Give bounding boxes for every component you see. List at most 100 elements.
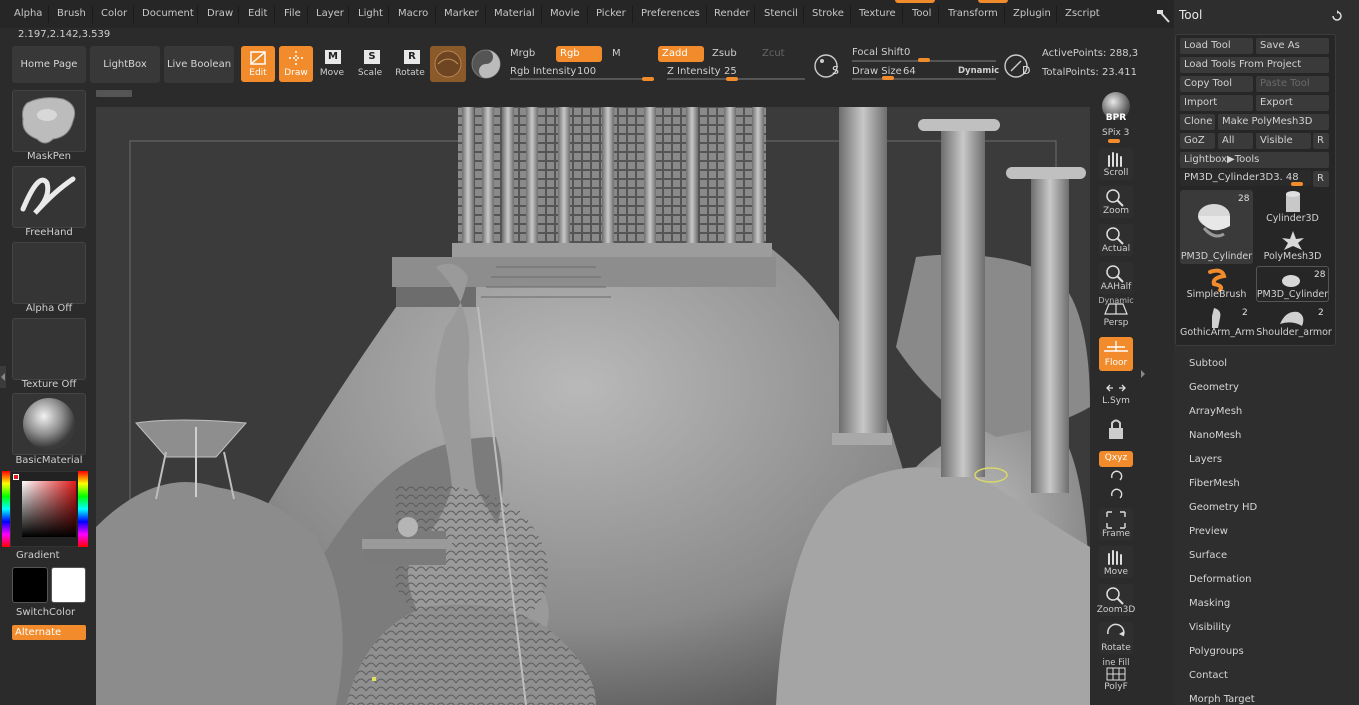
secondary-color-swatch[interactable] bbox=[51, 567, 86, 603]
copy-tool-button[interactable]: Copy Tool bbox=[1180, 76, 1253, 92]
menu-file[interactable]: File bbox=[284, 8, 301, 23]
import-button[interactable]: Import bbox=[1180, 95, 1253, 111]
hue-bar[interactable] bbox=[2, 471, 10, 547]
tool-pin-button[interactable] bbox=[1155, 6, 1171, 24]
menu-movie[interactable]: Movie bbox=[550, 8, 580, 23]
edit-button[interactable]: Edit bbox=[241, 46, 275, 82]
scale-button[interactable]: S Scale bbox=[356, 46, 384, 82]
clone-button[interactable]: Clone bbox=[1180, 114, 1215, 130]
viewport-scroll-tab[interactable] bbox=[96, 90, 132, 97]
reset-tool-button[interactable] bbox=[1330, 9, 1344, 23]
tool-r-button[interactable]: R bbox=[1313, 171, 1329, 187]
zsub-button[interactable]: Zsub bbox=[712, 48, 737, 59]
section-contact[interactable]: Contact bbox=[1189, 670, 1228, 681]
focal-shift-knob[interactable] bbox=[918, 58, 930, 62]
paste-tool-button[interactable]: Paste Tool bbox=[1256, 76, 1329, 92]
section-deformation[interactable]: Deformation bbox=[1189, 574, 1251, 585]
sculpt-scene[interactable] bbox=[96, 107, 1090, 705]
section-layers[interactable]: Layers bbox=[1189, 454, 1222, 465]
section-morph-target[interactable]: Morph Target bbox=[1189, 694, 1255, 705]
draw-size-knob[interactable] bbox=[882, 76, 894, 80]
rotate-y-button[interactable] bbox=[1108, 470, 1124, 484]
color-picker-handle[interactable] bbox=[13, 474, 19, 480]
menu-material[interactable]: Material bbox=[494, 8, 535, 23]
alpha-selector[interactable] bbox=[12, 242, 86, 304]
section-visibility[interactable]: Visibility bbox=[1189, 622, 1231, 633]
canvas-viewport[interactable] bbox=[96, 107, 1090, 705]
menu-render[interactable]: Render bbox=[714, 8, 750, 23]
section-arraymesh[interactable]: ArrayMesh bbox=[1189, 406, 1242, 417]
section-masking[interactable]: Masking bbox=[1189, 598, 1230, 609]
menu-tool[interactable]: Tool bbox=[912, 8, 931, 23]
menu-brush[interactable]: Brush bbox=[57, 8, 86, 23]
section-subtool[interactable]: Subtool bbox=[1189, 358, 1227, 369]
menu-stencil[interactable]: Stencil bbox=[764, 8, 798, 23]
rgb-intensity-knob[interactable] bbox=[642, 77, 654, 81]
left-collapse-arrow[interactable] bbox=[0, 366, 6, 388]
switch-color-button[interactable]: SwitchColor bbox=[16, 607, 75, 618]
lightbox-tools-button[interactable]: Lightbox▶Tools bbox=[1180, 152, 1329, 168]
menu-light[interactable]: Light bbox=[358, 8, 383, 23]
goz-all-button[interactable]: All bbox=[1218, 133, 1253, 149]
zcut-button[interactable]: Zcut bbox=[762, 48, 785, 59]
menu-edit[interactable]: Edit bbox=[248, 8, 267, 23]
goz-r-button[interactable]: R bbox=[1313, 133, 1329, 149]
z-intensity-knob[interactable] bbox=[726, 77, 738, 81]
spix-slider-knob[interactable] bbox=[1108, 139, 1120, 143]
make-polymesh3d-button[interactable]: Make PolyMesh3D bbox=[1218, 114, 1329, 130]
brush-selector[interactable] bbox=[12, 90, 86, 152]
menu-zplugin[interactable]: Zplugin bbox=[1013, 8, 1051, 23]
current-tool-knob[interactable] bbox=[1291, 182, 1303, 186]
zadd-button[interactable]: Zadd bbox=[658, 46, 704, 62]
load-tools-from-project-button[interactable]: Load Tools From Project bbox=[1180, 57, 1329, 73]
bpr-button[interactable] bbox=[1099, 90, 1133, 130]
alternate-button[interactable]: Alternate bbox=[12, 625, 86, 640]
rotate-button[interactable]: R Rotate bbox=[394, 46, 426, 82]
menu-transform[interactable]: Transform bbox=[948, 8, 998, 23]
texture-swatch-button[interactable] bbox=[470, 48, 502, 80]
menu-macro[interactable]: Macro bbox=[398, 8, 428, 23]
draw-button[interactable]: Draw bbox=[279, 46, 313, 82]
m-button[interactable]: M bbox=[612, 48, 621, 59]
rgb-intensity-slider[interactable] bbox=[510, 78, 654, 80]
menu-alpha[interactable]: Alpha bbox=[14, 8, 42, 23]
dynamic-toggle[interactable]: Dynamic bbox=[958, 66, 999, 76]
draw-size-slider[interactable] bbox=[852, 78, 996, 80]
goz-button[interactable]: GoZ bbox=[1180, 133, 1215, 149]
load-tool-button[interactable]: Load Tool bbox=[1180, 38, 1253, 54]
menu-layer[interactable]: Layer bbox=[316, 8, 344, 23]
lock-button[interactable] bbox=[1099, 414, 1133, 446]
section-surface[interactable]: Surface bbox=[1189, 550, 1227, 561]
menu-stroke[interactable]: Stroke bbox=[812, 8, 844, 23]
rotate-z-button[interactable] bbox=[1108, 488, 1124, 502]
move-button[interactable]: M Move bbox=[317, 46, 347, 82]
stroke-s-button[interactable]: S bbox=[812, 50, 844, 80]
hue-strip[interactable] bbox=[78, 471, 88, 547]
save-as-button[interactable]: Save As bbox=[1256, 38, 1329, 54]
mrgb-button[interactable]: Mrgb bbox=[510, 48, 535, 59]
section-geometry[interactable]: Geometry bbox=[1189, 382, 1239, 393]
material-swatch-button[interactable] bbox=[430, 46, 466, 82]
menu-marker[interactable]: Marker bbox=[444, 8, 479, 23]
export-button[interactable]: Export bbox=[1256, 95, 1329, 111]
texture-selector[interactable] bbox=[12, 318, 86, 380]
menu-preferences[interactable]: Preferences bbox=[641, 8, 700, 23]
menu-color[interactable]: Color bbox=[101, 8, 127, 23]
dots-d-button[interactable]: D bbox=[1002, 50, 1034, 80]
menu-draw[interactable]: Draw bbox=[207, 8, 233, 23]
right-collapse-arrow[interactable] bbox=[1139, 362, 1147, 386]
live-boolean-button[interactable]: Live Boolean bbox=[164, 46, 234, 83]
goz-visible-button[interactable]: Visible bbox=[1256, 133, 1311, 149]
rgb-button[interactable]: Rgb bbox=[556, 46, 602, 62]
stroke-selector[interactable] bbox=[12, 166, 86, 228]
lightbox-button[interactable]: LightBox bbox=[90, 46, 160, 83]
menu-document[interactable]: Document bbox=[142, 8, 194, 23]
material-selector[interactable] bbox=[12, 393, 86, 455]
section-polygroups[interactable]: Polygroups bbox=[1189, 646, 1244, 657]
color-picker[interactable] bbox=[10, 471, 88, 547]
section-nanomesh[interactable]: NanoMesh bbox=[1189, 430, 1241, 441]
menu-zscript[interactable]: Zscript bbox=[1065, 8, 1100, 23]
home-page-button[interactable]: Home Page bbox=[12, 46, 86, 83]
section-geometry-hd[interactable]: Geometry HD bbox=[1189, 502, 1257, 513]
main-color-swatch[interactable] bbox=[12, 567, 48, 603]
